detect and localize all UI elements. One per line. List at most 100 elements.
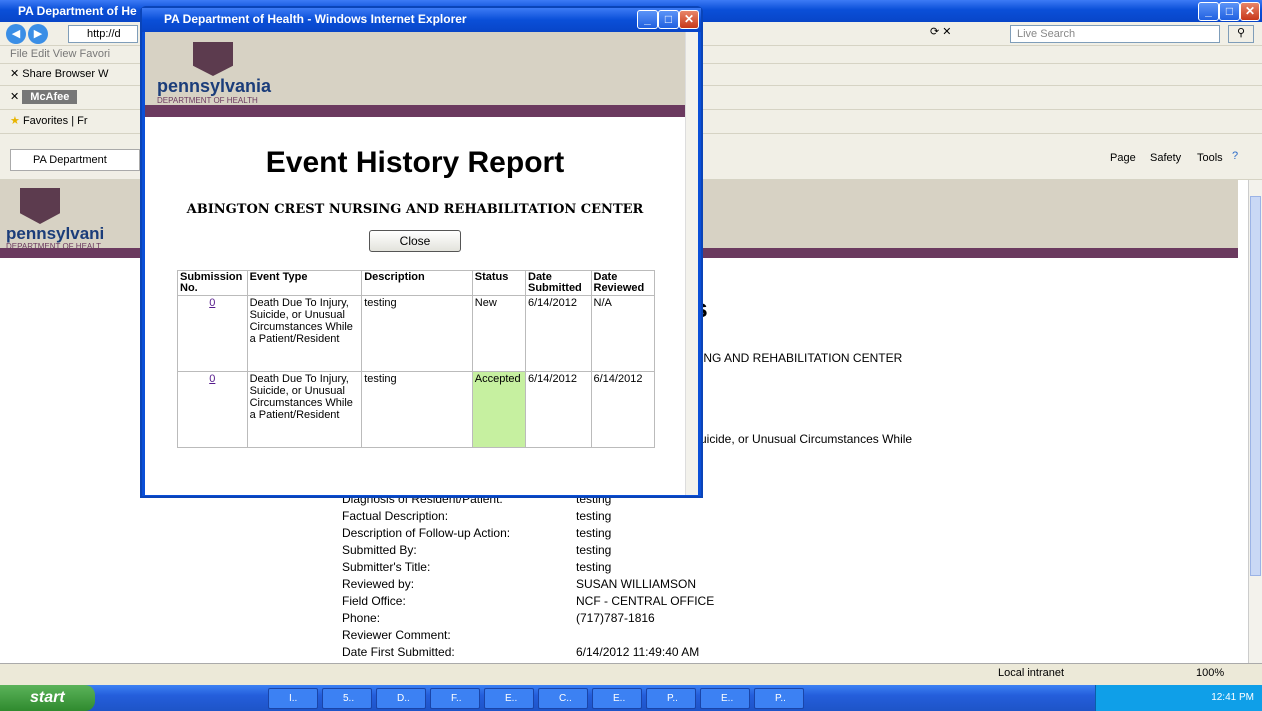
star-icon: ★: [10, 115, 20, 127]
favorites-button[interactable]: Favorites: [23, 115, 68, 127]
status-zone: Local intranet: [998, 667, 1065, 679]
cell-event: Death Due To Injury, Suicide, or Unusual…: [246, 295, 363, 372]
report-heading: Event History Report: [265, 146, 565, 179]
command-tools[interactable]: Tools: [1197, 152, 1223, 164]
minimize-button[interactable]: _: [1198, 2, 1219, 21]
facility-name: ABINGTON CREST NURSING AND REHABILITATIO…: [186, 202, 644, 217]
popup-window: PA Department of Health - Windows Intern…: [140, 6, 703, 498]
submission-link[interactable]: 0: [177, 295, 248, 372]
start-button[interactable]: start: [0, 685, 95, 711]
cell-desc: testing: [361, 371, 473, 448]
live-search-input[interactable]: Live Search: [1010, 25, 1220, 43]
detail-row: Submitter's Title: testing: [342, 560, 742, 574]
detail-label: Submitter's Title:: [342, 560, 431, 574]
system-tray: 12:41 PM: [1095, 685, 1262, 711]
back-icon[interactable]: ◀: [6, 24, 26, 44]
detail-value: testing: [576, 560, 612, 574]
cell-submitted: 6/14/2012: [525, 295, 592, 372]
detail-label: Phone:: [342, 611, 381, 625]
taskbar-button[interactable]: 5..: [322, 688, 372, 709]
taskbar-button[interactable]: P..: [646, 688, 696, 709]
detail-row: Date First Submitted: 6/14/2012 11:49:40 …: [342, 645, 742, 659]
taskbar-button[interactable]: E..: [700, 688, 750, 709]
event-history-table: Submission No. Event Type Description Statu…: [177, 270, 655, 448]
detail-label: Field Office:: [342, 594, 406, 608]
detail-row: Submitted By: testing: [342, 543, 742, 557]
help-icon[interactable]: ?: [1232, 150, 1238, 162]
table-row: 0 Death Due To Injury, Suicide, or Unusua…: [177, 371, 655, 448]
detail-label: Reviewer Comment:: [342, 628, 451, 642]
detail-row: Description of Follow-up Action: testing: [342, 526, 742, 540]
column-header: Date Reviewed: [590, 270, 655, 296]
tab-pa-department[interactable]: PA Department: [10, 149, 140, 171]
table-row: 0 Death Due To Injury, Suicide, or Unusua…: [177, 295, 655, 372]
column-header: Status: [471, 270, 527, 296]
taskbar-button[interactable]: D..: [376, 688, 426, 709]
column-header: Event Type: [246, 270, 363, 296]
popup-close-window-button[interactable]: ✕: [679, 10, 699, 29]
detail-value: (717)787-1816: [576, 611, 655, 625]
popup-banner: pennsylvania DEPARTMENT OF HEALTH: [145, 32, 685, 117]
close-report-button[interactable]: Close: [369, 230, 461, 252]
taskbar-button[interactable]: C..: [538, 688, 588, 709]
logo-subtext: DEPARTMENT OF HEALTH: [157, 96, 258, 105]
cell-event: Death Due To Injury, Suicide, or Unusual…: [246, 371, 363, 448]
zoom-level[interactable]: 100%: [1196, 667, 1224, 679]
column-header: Submission No.: [177, 270, 248, 296]
detail-row: Field Office: NCF - CENTRAL OFFICE: [342, 594, 742, 608]
window-title: PA Department of He: [18, 4, 137, 18]
popup-title-bar: PA Department of Health - Windows Intern…: [142, 8, 701, 32]
cell-status: Accepted: [471, 371, 527, 448]
clock: 12:41 PM: [1211, 692, 1254, 703]
cell-submitted: 6/14/2012: [525, 371, 592, 448]
share-browser-link[interactable]: Share Browser W: [22, 68, 108, 80]
taskbar-button[interactable]: E..: [592, 688, 642, 709]
status-bar: Local intranet 100%: [0, 663, 1262, 685]
cell-status: New: [471, 295, 527, 372]
mcafee-button[interactable]: McAfee: [22, 90, 78, 104]
cell-reviewed: 6/14/2012: [590, 371, 655, 448]
facility-text: SING AND REHABILITATION CENTER: [692, 351, 903, 365]
detail-value: testing: [576, 543, 612, 557]
command-safety[interactable]: Safety: [1150, 152, 1181, 164]
popup-maximize-button[interactable]: □: [658, 10, 679, 29]
detail-value: NCF - CENTRAL OFFICE: [576, 594, 715, 608]
cell-desc: testing: [361, 295, 473, 372]
taskbar-button[interactable]: F..: [430, 688, 480, 709]
maximize-button[interactable]: □: [1219, 2, 1240, 21]
detail-row: Reviewer Comment:: [342, 628, 742, 642]
detail-value: testing: [576, 509, 612, 523]
detail-label: Description of Follow-up Action:: [342, 526, 511, 540]
detail-label: Reviewed by:: [342, 577, 415, 591]
detail-label: Date First Submitted:: [342, 645, 455, 659]
popup-title: PA Department of Health - Windows Intern…: [164, 12, 467, 26]
taskbar-button[interactable]: I..: [268, 688, 318, 709]
popup-body: pennsylvania DEPARTMENT OF HEALTH Event …: [145, 32, 698, 495]
popup-minimize-button[interactable]: _: [637, 10, 658, 29]
event-type-text: Suicide, or Unusual Circumstances While: [692, 432, 913, 446]
taskbar: start I.. 5.. D.. F.. E.. C.. E.. P.. E.. P.. 12:…: [0, 685, 1262, 711]
detail-label: Factual Description:: [342, 509, 449, 523]
address-input[interactable]: http://d: [68, 25, 138, 43]
detail-value: 6/14/2012 11:49:40 AM: [576, 645, 700, 659]
fav-link[interactable]: Fr: [77, 115, 87, 127]
detail-row: Reviewed by: SUSAN WILLIAMSON: [342, 577, 742, 591]
close-button[interactable]: ✕: [1240, 2, 1260, 21]
search-icon[interactable]: ⚲: [1228, 25, 1254, 43]
main-scrollbar[interactable]: [1248, 180, 1262, 663]
forward-icon[interactable]: ▶: [28, 24, 48, 44]
detail-value: SUSAN WILLIAMSON: [576, 577, 697, 591]
detail-value: testing: [576, 526, 612, 540]
taskbar-button[interactable]: P..: [754, 688, 804, 709]
taskbar-button[interactable]: E..: [484, 688, 534, 709]
column-header: Description: [361, 270, 473, 296]
scroll-thumb[interactable]: [1250, 196, 1261, 576]
logo-text: pennsylvani: [6, 224, 105, 243]
command-page[interactable]: Page: [1110, 152, 1136, 164]
submission-link[interactable]: 0: [177, 371, 248, 448]
refresh-stop-buttons[interactable]: ⟳ ✕: [930, 25, 1010, 43]
keystone-logo-icon: [193, 42, 233, 76]
logo-subtext: DEPARTMENT OF HEALT: [6, 242, 101, 251]
logo-text: pennsylvania: [157, 76, 272, 96]
popup-scrollbar[interactable]: [685, 32, 698, 495]
